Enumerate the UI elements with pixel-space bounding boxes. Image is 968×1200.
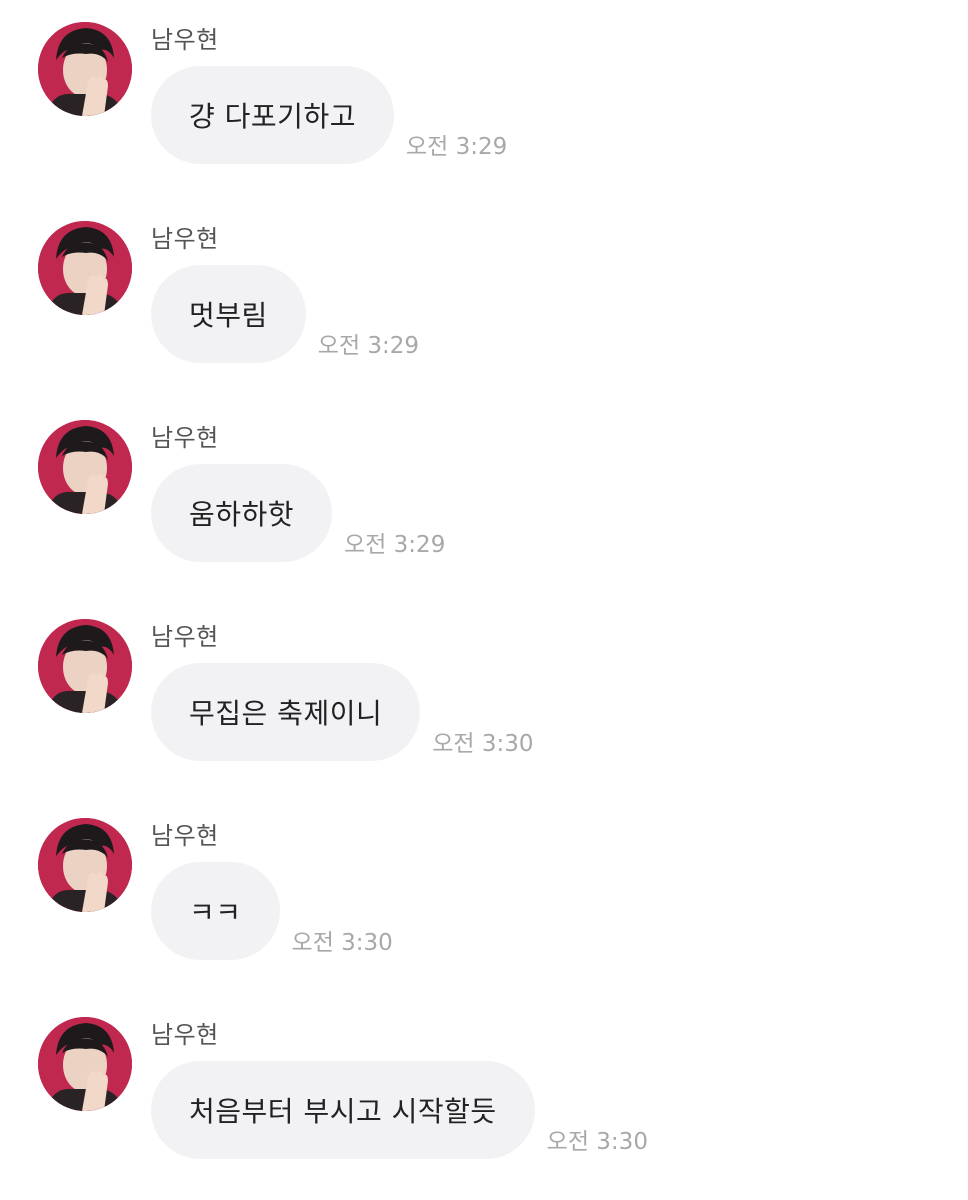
sender-name: 남우현 [151, 822, 219, 850]
message-timestamp: 오전 3:29 [317, 333, 420, 359]
message-bubble[interactable]: 처음부터 부시고 시작할듯 [151, 1061, 535, 1159]
sender-name: 남우현 [151, 623, 219, 651]
message-bubble-group: 멋부림 오전 3:29 [151, 265, 419, 363]
message-bubble-group: 무집은 축제이니 오전 3:30 [151, 663, 534, 761]
message-row: 남우현 처음부터 부시고 시작할듯 오전 3:30 [0, 995, 968, 1175]
profile-photo-icon [38, 619, 132, 713]
avatar[interactable] [38, 818, 132, 912]
message-timestamp: 오전 3:29 [405, 134, 508, 160]
message-timestamp: 오전 3:29 [344, 532, 446, 558]
sender-name: 남우현 [151, 1021, 219, 1049]
avatar[interactable] [38, 221, 132, 315]
message-bubble-group: 걍 다포기하고 오전 3:29 [151, 66, 507, 164]
message-row: 남우현 걍 다포기하고 오전 3:29 [0, 0, 968, 180]
avatar[interactable] [38, 22, 132, 116]
avatar[interactable] [38, 619, 132, 713]
message-timestamp: 오전 3:30 [432, 731, 534, 757]
sender-name: 남우현 [151, 225, 219, 253]
message-bubble[interactable]: 움하하핫 [151, 464, 333, 562]
avatar[interactable] [38, 1017, 132, 1111]
message-bubble[interactable]: 걍 다포기하고 [151, 66, 394, 164]
message-bubble-group: 처음부터 부시고 시작할듯 오전 3:30 [151, 1061, 648, 1159]
profile-photo-icon [38, 1017, 132, 1111]
avatar[interactable] [38, 420, 132, 514]
message-bubble-group: 움하하핫 오전 3:29 [151, 464, 445, 562]
message-bubble[interactable]: ㅋㅋ [151, 862, 280, 960]
profile-photo-icon [38, 420, 132, 514]
message-row: 남우현 움하하핫 오전 3:29 [0, 398, 968, 578]
profile-photo-icon [38, 818, 132, 912]
message-bubble[interactable]: 무집은 축제이니 [151, 663, 421, 761]
profile-photo-icon [38, 221, 132, 315]
message-bubble-group: ㅋㅋ 오전 3:30 [151, 862, 393, 960]
message-timestamp: 오전 3:30 [546, 1129, 648, 1155]
profile-photo-icon [38, 22, 132, 116]
message-row: 남우현 ㅋㅋ 오전 3:30 [0, 796, 968, 976]
chat-message-list: 남우현 걍 다포기하고 오전 3:29 남우현 멋부림 오전 3:29 남우현 … [0, 0, 968, 1200]
sender-name: 남우현 [151, 26, 219, 54]
message-timestamp: 오전 3:30 [291, 930, 393, 956]
message-row: 남우현 멋부림 오전 3:29 [0, 199, 968, 379]
sender-name: 남우현 [151, 424, 219, 452]
message-row: 남우현 무집은 축제이니 오전 3:30 [0, 597, 968, 777]
message-bubble[interactable]: 멋부림 [151, 265, 306, 363]
